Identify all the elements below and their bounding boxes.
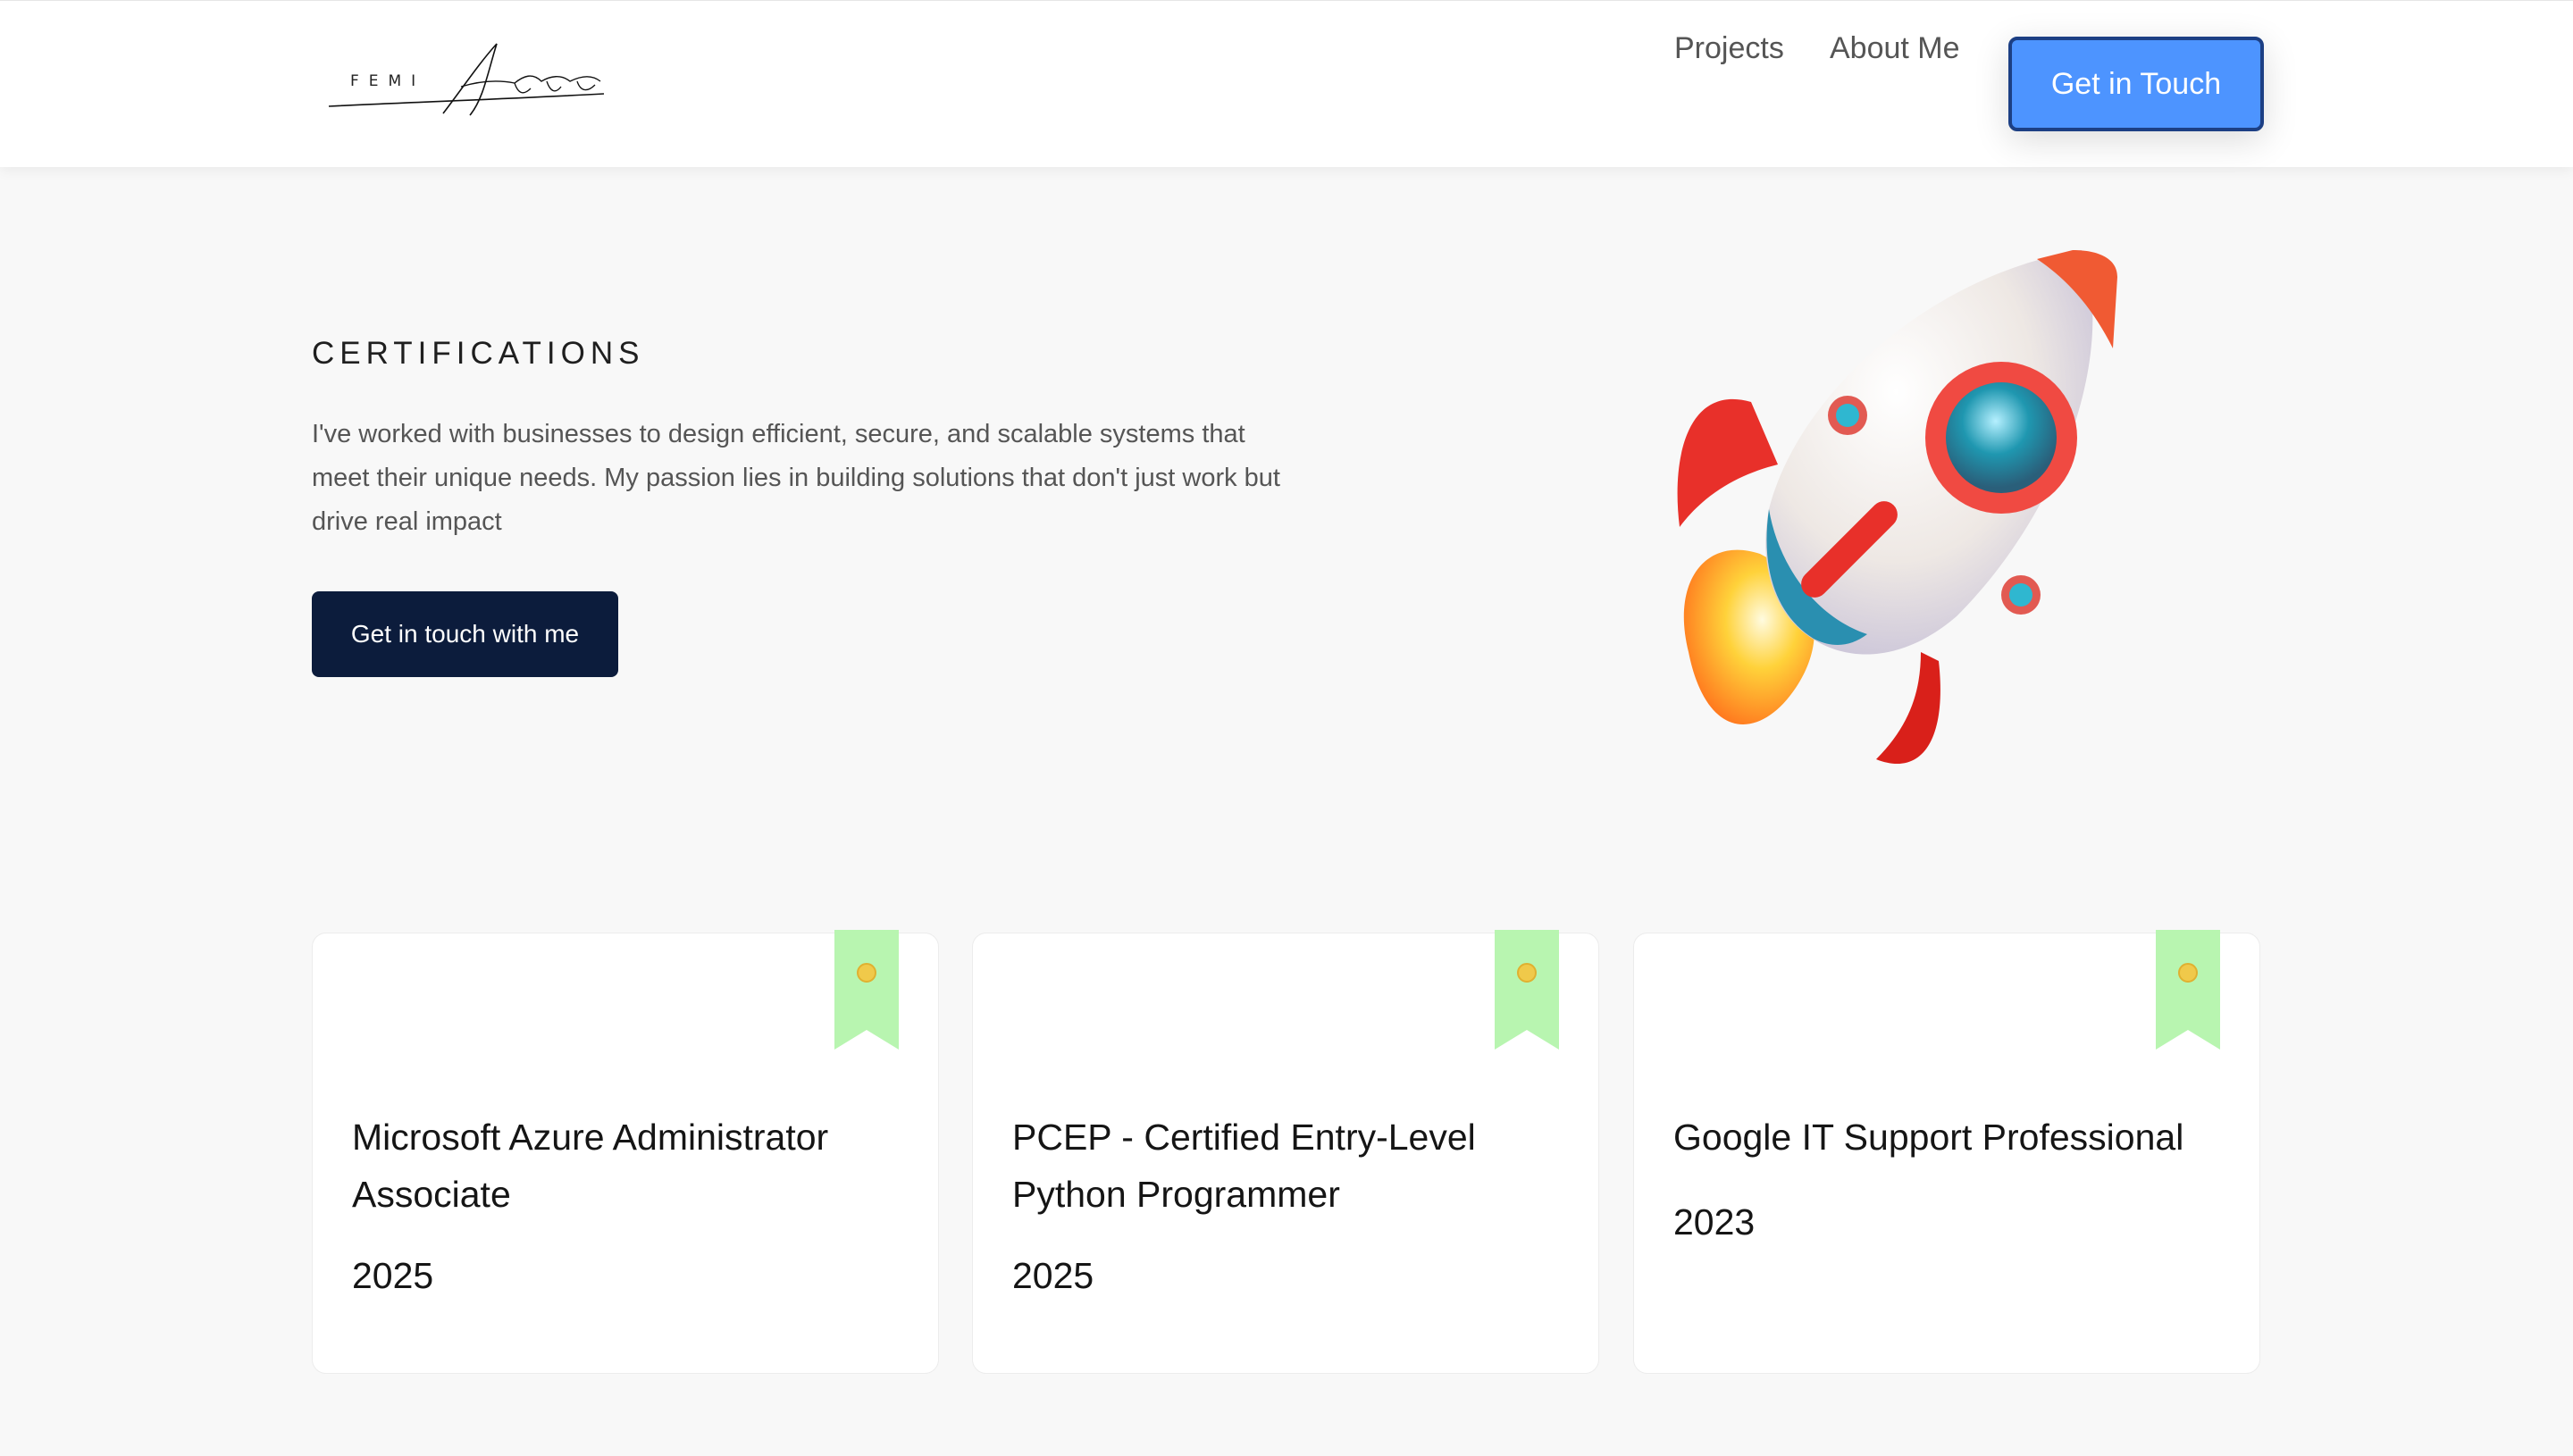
certification-year: 2025 <box>352 1255 434 1296</box>
certification-title: PCEP - Certified Entry-Level Python Prog… <box>1012 1117 1476 1215</box>
rocket-illustration <box>1653 241 2207 777</box>
get-in-touch-button[interactable]: Get in Touch <box>2008 37 2264 131</box>
certification-title: Microsoft Azure Administrator Associate <box>352 1117 829 1215</box>
award-ribbon-icon <box>834 930 899 1050</box>
certification-title: Google IT Support Professional <box>1673 1117 2184 1158</box>
page-title: CERTIFICATIONS <box>312 336 645 371</box>
award-ribbon-icon <box>1495 930 1559 1050</box>
certification-card-google-it[interactable]: Google IT Support Professional 2023 <box>1633 930 2260 1374</box>
nav-projects[interactable]: Projects <box>1674 31 1784 66</box>
certification-year: 2023 <box>1673 1201 1756 1243</box>
get-in-touch-with-me-button[interactable]: Get in touch with me <box>312 591 618 677</box>
logo-text: FEMI <box>350 72 426 90</box>
certification-card-azure[interactable]: Microsoft Azure Administrator Associate … <box>312 930 939 1374</box>
logo[interactable]: FEMI <box>327 37 613 126</box>
rocket-icon <box>1677 250 2117 765</box>
site-header: FEMI Projects About Me Get in Touch <box>0 0 2573 167</box>
hero-description: I've worked with businesses to design ef… <box>312 420 1280 536</box>
nav-about-me[interactable]: About Me <box>1830 31 1960 66</box>
award-ribbon-icon <box>2156 930 2220 1050</box>
certification-card-pcep[interactable]: PCEP - Certified Entry-Level Python Prog… <box>972 930 1599 1374</box>
certification-year: 2025 <box>1012 1255 1094 1296</box>
